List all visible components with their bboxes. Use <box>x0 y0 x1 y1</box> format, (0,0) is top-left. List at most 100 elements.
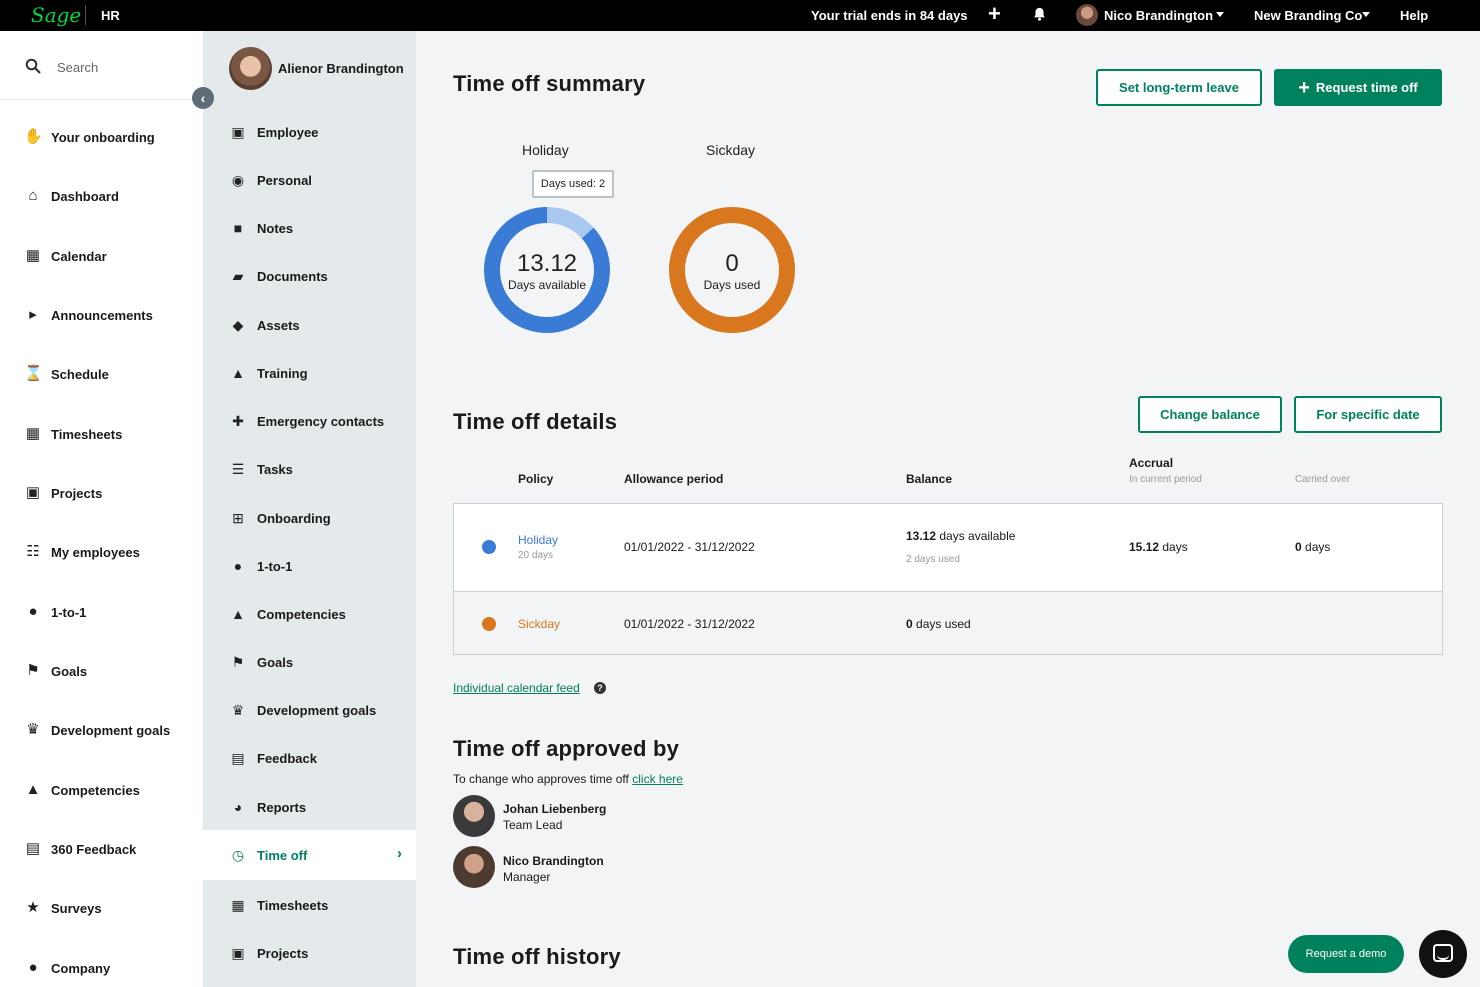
subnav-item-development-goals[interactable]: ♛ Development goals <box>203 693 416 727</box>
holiday-tooltip: Days used: 2 <box>532 170 614 198</box>
search-input[interactable]: Search <box>57 60 98 75</box>
holiday-carried-over: 0 days <box>1295 540 1330 554</box>
change-balance-button[interactable]: Change balance <box>1138 396 1282 433</box>
subnav-item-time-off[interactable]: ◷ Time off › <box>203 830 416 880</box>
sidebar-item-label: Company <box>51 961 111 976</box>
subnav-item-label: Emergency contacts <box>257 414 385 429</box>
sage-logo[interactable]: Sage <box>31 3 81 27</box>
subnav-item-feedback[interactable]: ▤ Feedback <box>203 741 416 775</box>
subnav-item-training[interactable]: ▲ Training <box>203 356 416 390</box>
sidebar-item-goals[interactable]: ⚑ Goals <box>0 656 203 686</box>
pie-chart-icon: ◕ <box>233 799 243 815</box>
policy-header: Policy <box>518 472 554 486</box>
accrual-subheader: In current period <box>1129 474 1202 485</box>
folder-icon: ▰ <box>232 268 244 284</box>
sidebar-item-projects[interactable]: ▣ Projects <box>0 478 203 508</box>
collapse-sidebar-button[interactable]: ‹ <box>192 87 214 109</box>
approver-name: Johan Liebenberg <box>503 802 607 816</box>
subnav-item-label: Timesheets <box>257 898 329 913</box>
avatar <box>453 846 495 888</box>
help-icon[interactable]: ? <box>594 682 606 694</box>
subnav-item-label: 1-to-1 <box>257 559 293 574</box>
chevron-down-icon[interactable] <box>1216 12 1224 17</box>
approved-by-title: Time off approved by <box>453 736 680 761</box>
sidebar-item-schedule[interactable]: ⌛ Schedule <box>0 359 203 389</box>
subnav-item-documents[interactable]: ▰ Documents <box>203 259 416 293</box>
trophy-icon: ♛ <box>26 721 40 738</box>
balance-header: Balance <box>906 472 953 486</box>
subnav-item-label: Development goals <box>257 703 377 718</box>
holiday-policy-link[interactable]: Holiday <box>518 533 558 547</box>
sickday-donut-title: Sickday <box>706 142 756 158</box>
subnav-item-projects[interactable]: ▣ Projects <box>203 936 416 970</box>
user-avatar[interactable] <box>1076 4 1098 26</box>
sidebar-item-dashboard[interactable]: ⌂ Dashboard <box>0 181 203 211</box>
subnav-item-competencies[interactable]: ▲ Competencies <box>203 597 416 631</box>
subnav-item-onboarding[interactable]: ⊞ Onboarding <box>203 501 416 535</box>
request-time-off-label: Request time off <box>1315 80 1418 95</box>
sidebar-item-timesheets[interactable]: ▦ Timesheets <box>0 419 203 449</box>
sidebar-item-360-feedback[interactable]: ▤ 360 Feedback <box>0 834 203 864</box>
for-specific-date-button[interactable]: For specific date <box>1294 396 1442 433</box>
bell-icon[interactable] <box>1032 6 1047 22</box>
sidebar-item-my-employees[interactable]: ☷ My employees <box>0 537 203 567</box>
sidebar-item-calendar[interactable]: ▦ Calendar <box>0 241 203 271</box>
subnav-item-reports[interactable]: ◕ Reports <box>203 790 416 824</box>
subnav-item-goals[interactable]: ⚑ Goals <box>203 645 416 679</box>
plus-icon[interactable]: + <box>988 3 1001 25</box>
subnav-item-employee[interactable]: ▣ Employee <box>203 115 416 149</box>
holiday-accrual-value: 15.12 <box>1129 540 1160 554</box>
sidebar-item-label: Development goals <box>51 723 171 738</box>
subnav-item-emergency-contacts[interactable]: ✚ Emergency contacts <box>203 404 416 438</box>
company-menu[interactable]: New Branding Co <box>1254 8 1362 23</box>
user-menu[interactable]: Nico Brandington <box>1104 8 1213 23</box>
subnav-item-1-to-1[interactable]: ● 1-to-1 <box>203 549 416 583</box>
sidebar-item-surveys[interactable]: ★ Surveys <box>0 893 203 923</box>
subnav-item-notes[interactable]: ■ Notes <box>203 211 416 245</box>
subnav-item-label: Goals <box>257 655 294 670</box>
plus-icon: + <box>1298 77 1310 99</box>
sidebar-item-company[interactable]: ● Company <box>0 953 203 983</box>
request-demo-button[interactable]: Request a demo <box>1288 935 1404 973</box>
document-icon: ▤ <box>25 840 41 857</box>
set-long-term-leave-button[interactable]: Set long-term leave <box>1096 69 1262 106</box>
sickday-policy-link[interactable]: Sickday <box>518 617 560 631</box>
sickday-balance: 0 days used <box>906 617 971 631</box>
table-icon: ▦ <box>25 425 41 442</box>
request-time-off-button[interactable]: + Request time off <box>1274 69 1442 106</box>
sidebar-item-development-goals[interactable]: ♛ Development goals <box>0 715 203 745</box>
graduation-cap-icon: ▲ <box>231 606 245 622</box>
sidebar-item-announcements[interactable]: ▸ Announcements <box>0 300 203 330</box>
sidebar-item-label: 360 Feedback <box>51 842 137 857</box>
handshake-icon: ✋ <box>24 128 43 145</box>
click-here-link[interactable]: click here <box>632 772 683 786</box>
main-content: Time off summary Set long-term leave + Re… <box>416 31 1480 987</box>
sidebar-item-competencies[interactable]: ▲ Competencies <box>0 775 203 805</box>
subnav-item-assets[interactable]: ◆ Assets <box>203 308 416 342</box>
sidebar-item-your-onboarding[interactable]: ✋ Your onboarding <box>0 122 203 152</box>
chat-button[interactable] <box>1419 930 1467 978</box>
chevron-down-icon[interactable] <box>1362 12 1370 17</box>
subnav-item-label: Training <box>257 366 308 381</box>
employee-name: Alienor Brandington <box>278 61 404 76</box>
holiday-color-dot <box>482 540 496 554</box>
search-icon <box>25 58 41 74</box>
subnav-item-tasks[interactable]: ☰ Tasks <box>203 452 416 486</box>
subnav-item-label: Projects <box>257 946 309 961</box>
trial-notice[interactable]: Your trial ends in 84 days <box>811 8 968 23</box>
summary-title: Time off summary <box>453 71 646 96</box>
avatar <box>453 795 495 837</box>
calendar-feed-link[interactable]: Individual calendar feed <box>453 681 580 695</box>
search-box[interactable]: Search <box>0 31 203 100</box>
sidebar-item-label: Competencies <box>51 783 140 798</box>
sidebar-item-1-to-1[interactable]: ● 1-to-1 <box>0 597 203 627</box>
briefcase-icon: ▣ <box>231 945 245 961</box>
help-link[interactable]: Help <box>1400 8 1428 23</box>
subnav-item-timesheets[interactable]: ▦ Timesheets <box>203 888 416 922</box>
product-name: HR <box>101 8 120 23</box>
subnav-item-personal[interactable]: ◉ Personal <box>203 163 416 197</box>
holiday-balance: 13.12 days available <box>906 529 1015 543</box>
chat-icon: ● <box>233 558 243 574</box>
sidebar-item-label: My employees <box>51 545 140 560</box>
plus-square-icon: ⊞ <box>232 510 244 526</box>
